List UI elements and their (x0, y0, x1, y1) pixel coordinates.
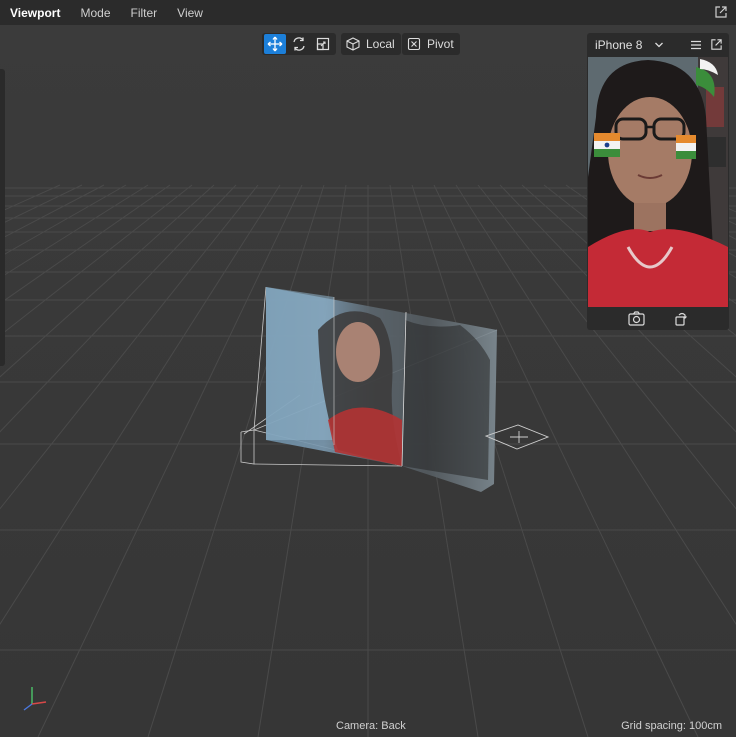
preview-image (588, 57, 728, 307)
device-camera-preview[interactable] (588, 57, 728, 307)
device-preview-panel: iPhone 8 (587, 33, 729, 330)
scale-icon (316, 37, 330, 51)
popout-icon[interactable] (714, 5, 728, 19)
local-space-button[interactable]: Local (341, 33, 401, 55)
device-selector[interactable]: iPhone 8 (595, 38, 642, 52)
hamburger-menu-icon[interactable] (689, 38, 703, 52)
transform-toolbar (262, 33, 336, 55)
camera-status: Camera: Back (336, 720, 406, 732)
scale-tool-button[interactable] (312, 34, 334, 54)
popout-icon[interactable] (710, 38, 723, 51)
axis-gizmo (23, 687, 47, 711)
menu-filter[interactable]: Filter (121, 6, 168, 20)
rotate-device-icon[interactable] (673, 311, 688, 326)
pivot-label: Pivot (427, 37, 454, 51)
device-header: iPhone 8 (587, 33, 729, 57)
grid-spacing-status: Grid spacing: 100cm (621, 720, 722, 732)
menu-mode[interactable]: Mode (70, 6, 120, 20)
space-toolbar: Local (341, 33, 401, 55)
local-space-label: Local (366, 37, 395, 51)
pivot-toolbar: Pivot (402, 33, 460, 55)
panel-resize-handle[interactable] (0, 69, 5, 366)
device-footer (587, 307, 729, 330)
rotate-tool-button[interactable] (288, 34, 310, 54)
rotate-icon (293, 37, 305, 51)
move-tool-button[interactable] (264, 34, 286, 54)
pivot-button[interactable]: Pivot (402, 33, 460, 55)
pivot-icon (407, 37, 421, 51)
cube-icon (346, 37, 360, 51)
menu-view[interactable]: View (167, 6, 213, 20)
flag-face-paint-left (594, 133, 620, 157)
move-icon (267, 36, 283, 52)
flag-face-paint-right (676, 135, 696, 159)
chevron-down-icon[interactable] (654, 40, 664, 50)
menu-viewport[interactable]: Viewport (0, 6, 70, 20)
menu-bar: Viewport Mode Filter View (0, 0, 736, 25)
capture-icon[interactable] (628, 311, 645, 326)
transform-tool-group (262, 33, 336, 55)
